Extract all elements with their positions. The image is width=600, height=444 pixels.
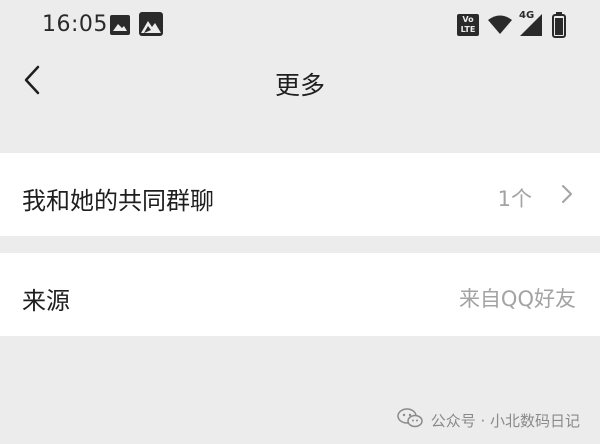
wifi-icon [488, 15, 512, 39]
nav-bar: 更多 [0, 52, 600, 112]
volte-badge-top: Vo [462, 15, 474, 24]
volte-icon: Vo LTE [457, 14, 479, 36]
chevron-right-icon [560, 184, 574, 204]
source-label: 来源 [22, 287, 70, 315]
status-bar: 16:05 Vo LTE 4G [0, 0, 600, 52]
volte-badge-bottom: LTE [460, 25, 476, 34]
watermark-text: 公众号 · 小北数码日记 [430, 411, 580, 430]
wechat-icon [396, 408, 423, 432]
status-time: 16:05 [42, 12, 108, 37]
image-icon [110, 15, 130, 39]
gallery-icon [138, 11, 164, 41]
source-value: 来自QQ好友 [458, 287, 576, 311]
signal-icon [520, 14, 542, 40]
shared-groups-label: 我和她的共同群聊 [22, 187, 214, 215]
shared-groups-row[interactable]: 我和她的共同群聊 1个 [0, 153, 600, 236]
battery-icon [552, 12, 566, 42]
watermark: 公众号 · 小北数码日记 [396, 408, 580, 432]
shared-groups-count: 1个 [497, 187, 532, 211]
source-row: 来源 来自QQ好友 [0, 253, 600, 336]
page-title: 更多 [274, 71, 325, 100]
